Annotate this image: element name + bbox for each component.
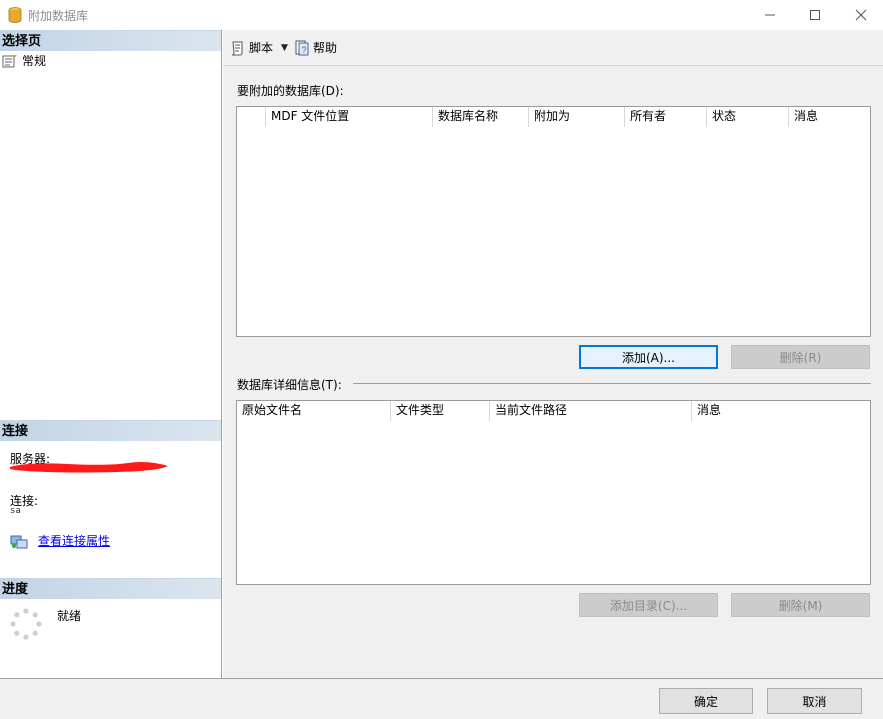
cancel-button[interactable]: 取消 <box>767 688 862 714</box>
column-header-current-file-path[interactable]: 当前文件路径 <box>490 401 692 421</box>
redaction-mark <box>10 462 168 473</box>
database-details-label: 数据库详细信息(T): <box>237 376 346 393</box>
details-grid[interactable]: 原始文件名 文件类型 当前文件路径 消息 <box>236 400 871 585</box>
connection-value: sa <box>10 506 21 516</box>
right-pane: 脚本 ▼ ? 帮助 要附加的数据库(D): MDF 文件位置 数据库名称 附加为… <box>223 30 883 678</box>
view-connection-properties[interactable]: 查看连接属性 <box>10 532 110 549</box>
column-header-mdf-location[interactable]: MDF 文件位置 <box>266 107 433 127</box>
minimize-icon <box>765 14 775 16</box>
column-header-owner[interactable]: 所有者 <box>625 107 707 127</box>
column-header-original-file-name[interactable]: 原始文件名 <box>237 401 391 421</box>
page-item-general-label: 常规 <box>22 54 47 68</box>
toolbar: 脚本 ▼ ? 帮助 <box>223 30 883 66</box>
column-header-file-type[interactable]: 文件类型 <box>391 401 490 421</box>
progress-spinner-icon <box>10 608 42 640</box>
databases-to-attach-label: 要附加的数据库(D): <box>237 84 344 98</box>
help-icon: ? <box>295 40 309 55</box>
database-icon <box>8 7 22 23</box>
script-icon <box>231 41 243 55</box>
window-title: 附加数据库 <box>28 9 89 23</box>
column-header-status[interactable]: 状态 <box>707 107 789 127</box>
details-grid-header: 原始文件名 文件类型 当前文件路径 消息 <box>237 401 870 421</box>
progress-header: 进度 <box>0 578 221 599</box>
minimize-button[interactable] <box>747 0 793 30</box>
remove-database-button[interactable]: 删除(R) <box>731 345 870 369</box>
column-header-db-name[interactable]: 数据库名称 <box>433 107 529 127</box>
column-header-attach-as[interactable]: 附加为 <box>529 107 625 127</box>
column-header-select[interactable] <box>237 107 266 127</box>
script-button[interactable]: 脚本 <box>230 39 273 56</box>
add-catalog-button[interactable]: 添加目录(C)... <box>579 593 718 617</box>
remove-file-button[interactable]: 删除(M) <box>731 593 870 617</box>
properties-page-icon <box>2 54 17 67</box>
databases-grid-header: MDF 文件位置 数据库名称 附加为 所有者 状态 消息 <box>237 107 870 127</box>
column-header-detail-message[interactable]: 消息 <box>692 401 870 421</box>
view-connection-properties-link[interactable]: 查看连接属性 <box>38 532 110 549</box>
connection-properties-icon <box>10 535 28 548</box>
progress-status: 就绪 <box>57 609 82 623</box>
left-pane: 选择页 常规 连接 服务器: 连接: sa 查看连接属性 进度 就绪 <box>0 30 222 678</box>
page-item-general[interactable]: 常规 <box>2 52 46 69</box>
svg-text:?: ? <box>301 45 306 55</box>
ok-button[interactable]: 确定 <box>659 688 753 714</box>
script-label: 脚本 <box>249 41 274 55</box>
select-page-header: 选择页 <box>0 30 221 51</box>
maximize-icon <box>810 10 820 20</box>
title-bar: 附加数据库 <box>0 0 883 30</box>
column-header-message[interactable]: 消息 <box>789 107 870 127</box>
script-dropdown-icon[interactable]: ▼ <box>281 43 288 53</box>
close-button[interactable] <box>838 0 883 30</box>
help-button[interactable]: ? 帮助 <box>294 39 337 56</box>
dialog-footer: 确定 取消 <box>0 678 883 719</box>
databases-grid[interactable]: MDF 文件位置 数据库名称 附加为 所有者 状态 消息 <box>236 106 871 337</box>
help-label: 帮助 <box>312 41 337 55</box>
details-divider <box>353 383 871 384</box>
add-database-button[interactable]: 添加(A)... <box>579 345 718 369</box>
connection-header: 连接 <box>0 420 221 441</box>
maximize-button[interactable] <box>792 0 838 30</box>
close-icon <box>855 9 867 21</box>
